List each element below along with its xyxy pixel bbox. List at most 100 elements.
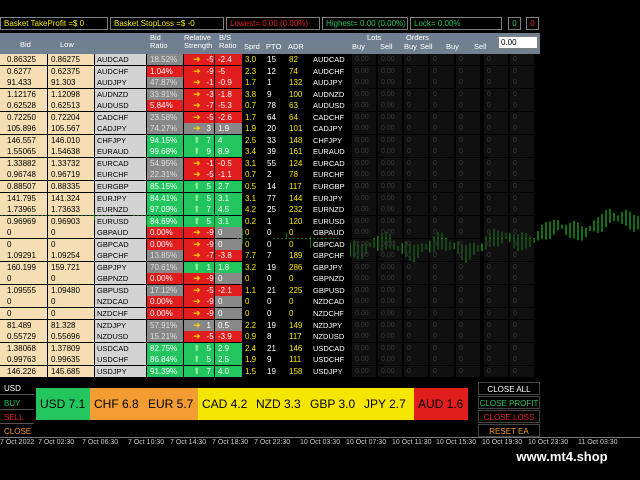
bs-ratio-cell: 2.7 [215, 181, 242, 193]
pair-label[interactable]: GBPCHF [311, 250, 350, 262]
pair-button[interactable]: EURUSD [95, 215, 146, 227]
pair-label[interactable]: GBPJPY [311, 261, 350, 273]
strength-cell: ➔ -5 [184, 331, 214, 343]
bs-ratio-cell: -1.1 [215, 169, 242, 181]
pair-label[interactable]: EURGBP [311, 181, 350, 193]
pair-button[interactable]: CHFJPY [95, 134, 146, 146]
adr-cell: 78 [287, 169, 310, 181]
pair-button[interactable]: AUDUSD [95, 100, 146, 112]
pair-label[interactable]: AUDUSD [311, 100, 350, 112]
pair-button[interactable]: EURCHF [95, 169, 146, 181]
pair-button[interactable]: CADJPY [95, 123, 146, 135]
pair-button[interactable]: CADCHF [95, 111, 146, 123]
pair-label[interactable]: CHFJPY [311, 134, 350, 146]
pair-button[interactable]: USDJPY [95, 365, 146, 377]
pto-cell: 19 [265, 261, 286, 273]
order-cell: 0 [456, 250, 480, 262]
pair-button[interactable]: EURNZD [95, 204, 146, 216]
bs-ratio-cell: -2.6 [215, 111, 242, 123]
pair-label[interactable]: GBPAUD [311, 227, 350, 239]
strength-value: 7 [206, 366, 211, 376]
pair-button[interactable]: EURAUD [95, 146, 146, 158]
pair-button[interactable]: GBPCAD [95, 238, 146, 250]
pair-button[interactable]: USDCHF [95, 354, 146, 366]
pair-label[interactable]: NZDCAD [311, 296, 350, 308]
usd-button[interactable]: USD [0, 382, 34, 395]
sell-button[interactable]: SELL [0, 411, 34, 424]
pair-button[interactable]: NZDUSD [95, 331, 146, 343]
pair-button[interactable]: GBPCHF [95, 250, 146, 262]
order-cell: 0 [510, 204, 534, 216]
pair-label[interactable]: CADCHF [311, 111, 350, 123]
close-all-button[interactable]: CLOSE ALL [478, 382, 540, 395]
reset-ea-button[interactable]: RESET EA [478, 424, 540, 437]
pair-button[interactable]: NZDCAD [95, 296, 146, 308]
pair-label[interactable]: USDCAD [311, 342, 350, 354]
pair-label[interactable]: NZDUSD [311, 331, 350, 343]
buy-button[interactable]: BUY [0, 397, 34, 410]
pair-label[interactable]: GBPUSD [311, 284, 350, 296]
pair-label[interactable]: EURAUD [311, 146, 350, 158]
low-cell: 0.96719 [48, 169, 94, 181]
pair-label[interactable]: USDCHF [311, 354, 350, 366]
pair-label[interactable]: GBPCAD [311, 238, 350, 250]
pair-label[interactable]: EURNZD [311, 204, 350, 216]
bid-cell: 0.86325 [0, 54, 47, 65]
pair-label[interactable]: AUDNZD [311, 88, 350, 100]
order-cell: 0 [510, 331, 534, 343]
spread-cell: 0 [243, 273, 264, 285]
pair-button[interactable]: USDCAD [95, 342, 146, 354]
pair-label[interactable]: CADJPY [311, 123, 350, 135]
pair-label[interactable]: GBPNZD [311, 273, 350, 285]
bid-ratio-cell: 5.84% [147, 100, 183, 112]
bid-ratio-cell: 47.87% [147, 77, 183, 89]
close-loss-button[interactable]: CLOSE LOSS [478, 410, 540, 423]
lock-value: Lock= 0.00% [410, 17, 502, 30]
pair-button[interactable]: NZDJPY [95, 319, 146, 331]
order-cell: 0.00 [352, 273, 376, 285]
pair-label[interactable]: EURCAD [311, 157, 350, 169]
order-cell: 0 [404, 296, 428, 308]
pair-label[interactable]: AUDCHF [311, 65, 350, 77]
strength-cell: ⬆ 7 [184, 134, 214, 146]
close-profit-button[interactable]: CLOSE PROFIT [478, 396, 540, 409]
order-cell: 0 [456, 331, 480, 343]
pair-button[interactable]: GBPUSD [95, 284, 146, 296]
pair-label[interactable]: EURUSD [311, 215, 350, 227]
pair-button[interactable]: AUDNZD [95, 88, 146, 100]
pair-button[interactable]: GBPNZD [95, 273, 146, 285]
pto-cell: 0 [265, 308, 286, 320]
bid-cell: 0.62528 [0, 100, 47, 112]
order-cell: 0.00 [352, 354, 376, 366]
pair-label[interactable]: AUDCAD [311, 54, 350, 65]
pair-button[interactable]: GBPAUD [95, 227, 146, 239]
adr-cell: 117 [287, 181, 310, 193]
order-cell: 0.00 [378, 273, 402, 285]
pair-label[interactable]: USDJPY [311, 365, 350, 377]
low-cell: 0.55696 [48, 331, 94, 343]
pair-button[interactable]: EURGBP [95, 181, 146, 193]
low-cell: 1.37809 [48, 342, 94, 354]
pto-cell: 0 [265, 238, 286, 250]
pair-label[interactable]: NZDCHF [311, 308, 350, 320]
bid-ratio-cell: 18.52% [147, 54, 183, 65]
order-cell: 0 [456, 65, 480, 77]
adr-cell: 161 [287, 146, 310, 158]
order-cell: 0 [484, 54, 508, 65]
pair-label[interactable]: EURJPY [311, 192, 350, 204]
spread-cell: 0.9 [243, 331, 264, 343]
pair-button[interactable]: EURCAD [95, 157, 146, 169]
pair-button[interactable]: AUDJPY [95, 77, 146, 89]
pair-button[interactable]: NZDCHF [95, 308, 146, 320]
order-cell: 0 [484, 77, 508, 89]
spread-cell: 1.5 [243, 365, 264, 377]
lot-input[interactable]: 0.00 [498, 36, 538, 49]
pair-button[interactable]: GBPJPY [95, 261, 146, 273]
bs-ratio-cell: 0 [215, 273, 242, 285]
pair-button[interactable]: AUDCAD [95, 54, 146, 65]
pair-button[interactable]: EURJPY [95, 192, 146, 204]
pair-button[interactable]: AUDCHF [95, 65, 146, 77]
pair-label[interactable]: AUDJPY [311, 77, 350, 89]
pair-label[interactable]: EURCHF [311, 169, 350, 181]
pair-label[interactable]: NZDJPY [311, 319, 350, 331]
